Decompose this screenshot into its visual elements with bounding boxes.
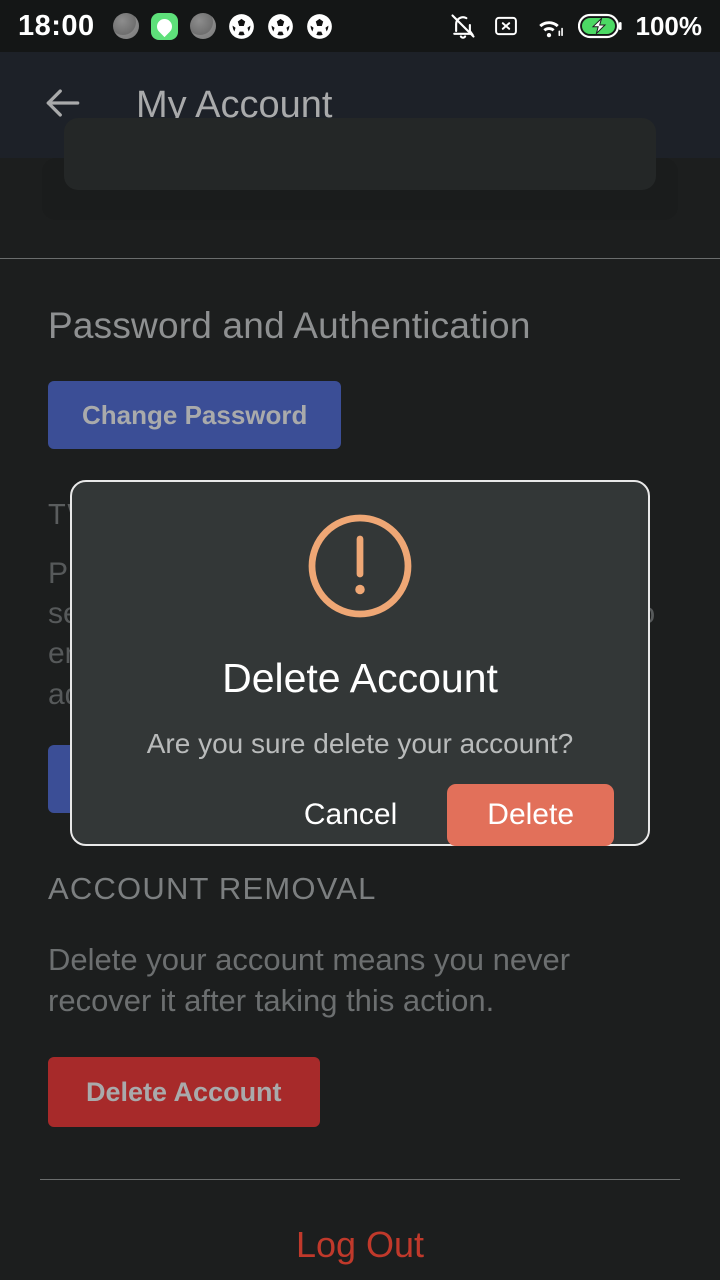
soccer-ball-icon <box>228 13 255 40</box>
grey-circle-icon <box>112 13 139 39</box>
dialog-actions: Cancel Delete <box>72 784 648 846</box>
status-notification-icons <box>112 12 333 40</box>
dialog-confirm-delete-button[interactable]: Delete <box>447 784 614 846</box>
delete-account-button[interactable]: Delete Account <box>48 1057 320 1128</box>
delete-account-dialog: Delete Account Are you sure delete your … <box>70 480 650 846</box>
app-screen: 18:00 100% My Account Password and Authe… <box>0 0 720 1280</box>
status-system-icons: 100% <box>448 10 703 42</box>
account-removal-section: ACCOUNT REMOVAL Delete your account mean… <box>0 870 720 1128</box>
soccer-ball-icon <box>267 13 294 40</box>
sim-x-icon <box>492 12 520 40</box>
battery-percent-label: 100% <box>635 10 703 41</box>
grey-circle-icon <box>189 13 216 39</box>
status-bar: 18:00 100% <box>0 0 720 52</box>
password-auth-title: Password and Authentication <box>48 305 531 346</box>
status-clock: 18:00 <box>18 9 95 42</box>
section-divider <box>0 258 720 259</box>
battery-charging-icon <box>577 13 622 39</box>
profile-card-inner <box>64 118 656 190</box>
green-app-icon <box>150 12 178 40</box>
change-password-button[interactable]: Change Password <box>48 381 342 449</box>
profile-card-partial[interactable] <box>42 118 678 220</box>
wifi-icon <box>534 11 564 41</box>
dialog-title: Delete Account <box>222 655 498 701</box>
dialog-message: Are you sure delete your account? <box>146 728 574 759</box>
logout-button[interactable]: Log Out <box>0 1180 720 1280</box>
dialog-cancel-button[interactable]: Cancel <box>280 786 421 844</box>
soccer-ball-icon <box>306 13 333 40</box>
account-removal-description: Delete your account means you never reco… <box>48 941 571 1018</box>
account-removal-label: ACCOUNT REMOVAL <box>48 870 377 906</box>
warning-circle-exclamation-icon <box>300 506 420 631</box>
notifications-muted-icon <box>448 11 478 41</box>
